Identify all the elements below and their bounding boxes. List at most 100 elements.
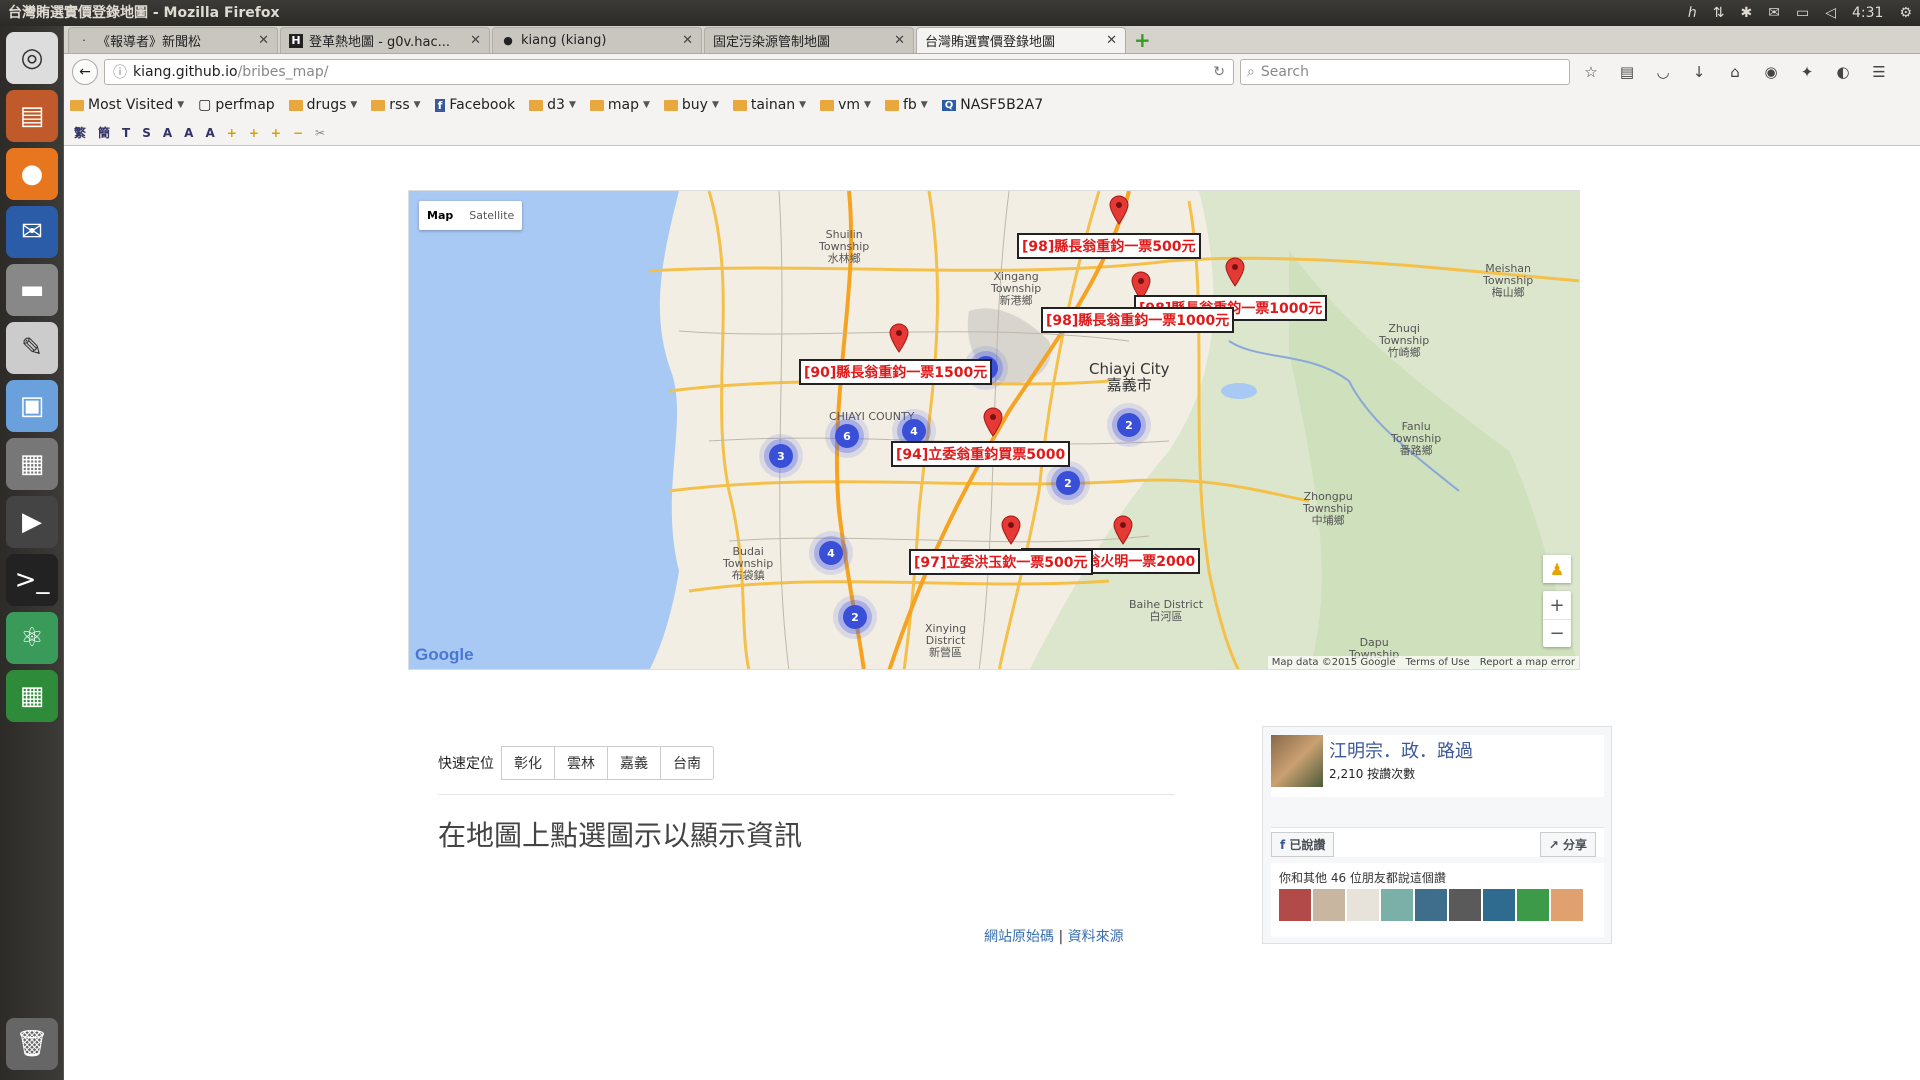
info-icon[interactable]: ⓘ: [113, 62, 127, 82]
trash-icon[interactable]: 🗑: [6, 1018, 58, 1070]
chat-icon[interactable]: ◉: [1756, 59, 1786, 85]
google-map[interactable]: Map Satellite Shuilin Township 水林鄉 Xingang…: [408, 190, 1580, 670]
avatar[interactable]: [1483, 889, 1515, 921]
bribe-label[interactable]: [90]縣長翁重鈞一票1500元: [799, 359, 993, 385]
bookmark-nasf[interactable]: Q NASF5B2A7: [941, 97, 1043, 113]
avatar[interactable]: [1347, 889, 1379, 921]
video-editor-icon[interactable]: ▶: [6, 496, 58, 548]
tab-reporter[interactable]: · 《報導者》新聞松 ✕: [68, 27, 278, 53]
menu-icon[interactable]: ☰: [1864, 59, 1894, 85]
font-reset-icon[interactable]: A: [205, 126, 214, 140]
download-icon[interactable]: ↓: [1684, 59, 1714, 85]
fb-page-thumbnail[interactable]: [1271, 735, 1323, 787]
simplified-chinese-icon[interactable]: 簡: [98, 124, 110, 141]
network-icon[interactable]: ⇅: [1713, 0, 1725, 26]
files-icon[interactable]: ▤: [6, 90, 58, 142]
close-icon[interactable]: ✕: [682, 33, 693, 48]
virtualbox-icon[interactable]: ▣: [6, 380, 58, 432]
pocket-icon[interactable]: ◡: [1648, 59, 1678, 85]
plus-s-icon[interactable]: +: [271, 126, 281, 140]
marker-cluster[interactable]: 2: [843, 605, 867, 629]
tools-icon[interactable]: ✂: [315, 126, 325, 140]
url-bar[interactable]: ⓘ kiang.github.io/bribes_map/ ↻: [104, 59, 1234, 85]
close-icon[interactable]: ✕: [258, 33, 269, 48]
calculator-icon[interactable]: ▦: [6, 438, 58, 490]
close-icon[interactable]: ✕: [470, 33, 481, 48]
text-editor-icon[interactable]: ✎: [6, 322, 58, 374]
zoom-in-button[interactable]: +: [1543, 591, 1571, 619]
s-icon[interactable]: S: [142, 126, 151, 140]
quick-chiayi-button[interactable]: 嘉義: [607, 746, 661, 780]
map-type-satellite-button[interactable]: Satellite: [461, 201, 522, 230]
bookmark-rss[interactable]: rss ▼: [371, 97, 421, 113]
search-box[interactable]: ⌕ Search: [1240, 59, 1570, 85]
zoom-out-button[interactable]: −: [1543, 619, 1571, 647]
bookmark-most-visited[interactable]: Most Visited ▼: [70, 97, 184, 113]
atom-icon[interactable]: ⚛: [6, 612, 58, 664]
reading-list-icon[interactable]: ▤: [1612, 59, 1642, 85]
dash-icon[interactable]: ◎: [6, 32, 58, 84]
street-view-pegman-icon[interactable]: ♟: [1543, 555, 1571, 583]
marker-cluster[interactable]: 3: [769, 444, 793, 468]
marker-cluster[interactable]: 2: [1117, 413, 1141, 437]
terms-link[interactable]: Terms of Use: [1406, 657, 1470, 668]
tab-dengue[interactable]: H 登革熱地圖 - g0v.hac... ✕: [280, 27, 490, 53]
map-pin[interactable]: [1001, 515, 1021, 545]
addon-icon[interactable]: ✦: [1792, 59, 1822, 85]
bluetooth-icon[interactable]: ✱: [1741, 0, 1753, 26]
map-pin[interactable]: [983, 407, 1003, 437]
quick-tainan-button[interactable]: 台南: [660, 746, 714, 780]
fb-page-name[interactable]: 江明宗．政．路過: [1329, 737, 1473, 763]
thunderbird-icon[interactable]: ✉: [6, 206, 58, 258]
clock[interactable]: 4:31: [1852, 0, 1883, 26]
battery-icon[interactable]: ▭: [1796, 0, 1809, 26]
terminal-icon[interactable]: >_: [6, 554, 58, 606]
avatar[interactable]: [1381, 889, 1413, 921]
bookmark-d3[interactable]: d3 ▼: [529, 97, 576, 113]
bookmark-perfmap[interactable]: ▢ perfmap: [198, 97, 275, 113]
avatar[interactable]: [1313, 889, 1345, 921]
tab-github[interactable]: ● kiang (kiang) ✕: [492, 27, 702, 53]
marker-cluster[interactable]: 2: [1056, 471, 1080, 495]
avatar[interactable]: [1517, 889, 1549, 921]
quick-yunlin-button[interactable]: 雲林: [554, 746, 608, 780]
map-pin[interactable]: [1225, 257, 1245, 287]
minus-icon[interactable]: −: [293, 126, 303, 140]
avatar[interactable]: [1415, 889, 1447, 921]
fb-liked-button[interactable]: f 已說讚: [1271, 832, 1335, 857]
fb-share-button[interactable]: ↗ 分享: [1539, 832, 1596, 857]
home-icon[interactable]: ⌂: [1720, 59, 1750, 85]
font-size-icon[interactable]: A: [184, 126, 193, 140]
hp-icon[interactable]: ℎ: [1688, 0, 1697, 26]
map-pin[interactable]: [1113, 515, 1133, 545]
avatar[interactable]: [1551, 889, 1583, 921]
marker-cluster[interactable]: 4: [902, 419, 926, 443]
bookmark-map[interactable]: map ▼: [589, 97, 650, 113]
drive-icon[interactable]: ▬: [6, 264, 58, 316]
tab-pollution[interactable]: 固定污染源管制地圖 ✕: [704, 27, 914, 53]
firefox-icon[interactable]: ●: [6, 148, 58, 200]
bribe-label[interactable]: [98]縣長翁重鈞一票1000元: [1041, 307, 1235, 333]
reload-icon[interactable]: ↻: [1213, 64, 1225, 80]
source-code-link[interactable]: 網站原始碼: [984, 929, 1054, 945]
bribe-label[interactable]: [97]立委洪玉欽一票500元: [909, 549, 1093, 575]
new-tab-icon[interactable]: +: [1134, 27, 1151, 53]
plus-icon[interactable]: +: [227, 126, 237, 140]
gear-icon[interactable]: ⚙: [1899, 0, 1912, 26]
google-logo[interactable]: Google: [415, 645, 474, 665]
avatar[interactable]: [1279, 889, 1311, 921]
text-icon[interactable]: T: [122, 126, 130, 140]
map-pin[interactable]: [889, 323, 909, 353]
marker-cluster[interactable]: 4: [819, 541, 843, 565]
bribe-label[interactable]: [94]立委翁重鈞買票5000: [891, 441, 1071, 467]
tab-bribes-map[interactable]: 台灣賄選實價登錄地圖 ✕: [916, 27, 1126, 53]
close-icon[interactable]: ✕: [1106, 33, 1117, 48]
bookmark-facebook[interactable]: f Facebook: [434, 97, 515, 113]
plus-t-icon[interactable]: +: [249, 126, 259, 140]
traditional-chinese-icon[interactable]: 繁: [74, 124, 86, 141]
avatar[interactable]: [1449, 889, 1481, 921]
report-error-link[interactable]: Report a map error: [1480, 657, 1575, 668]
bookmark-star-icon[interactable]: ☆: [1576, 59, 1606, 85]
volume-icon[interactable]: ◁: [1825, 0, 1836, 26]
close-icon[interactable]: ✕: [894, 33, 905, 48]
